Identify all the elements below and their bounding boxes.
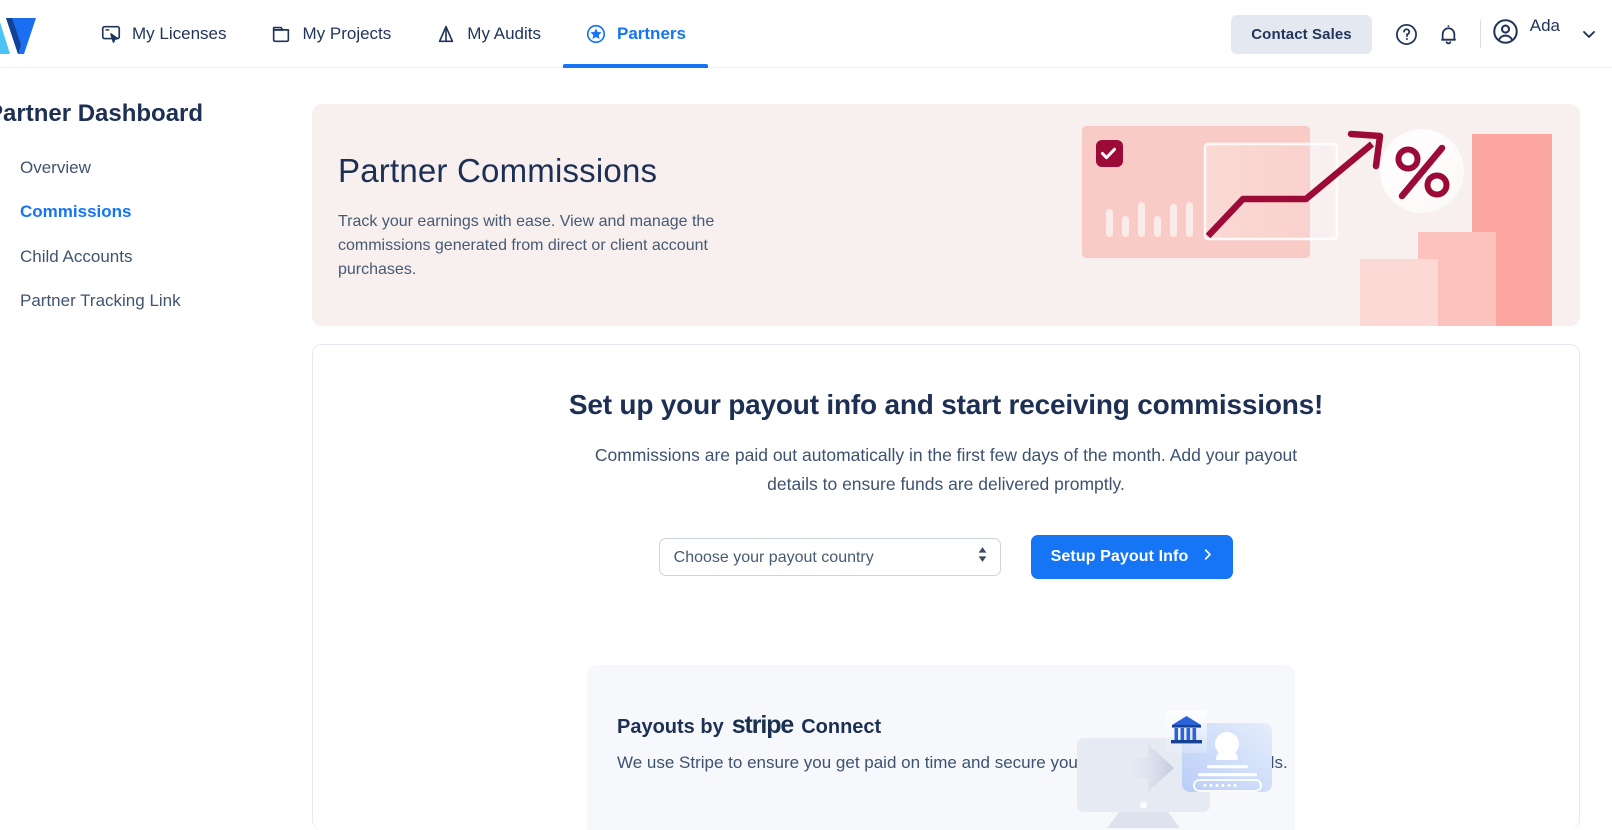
payout-country-select[interactable]: Choose your payout country xyxy=(658,538,1001,576)
nav-label: My Audits xyxy=(467,24,541,43)
top-navigation-bar: My Licenses My Projects My Audits Partne… xyxy=(0,0,1612,68)
contact-sales-button[interactable]: Contact Sales xyxy=(1231,14,1372,54)
bell-icon[interactable] xyxy=(1428,13,1470,55)
monitor-cursor-icon xyxy=(100,23,122,45)
payout-setup-card: Set up your payout info and start receiv… xyxy=(312,344,1580,830)
chevron-down-icon[interactable] xyxy=(1566,24,1612,44)
user-name: Ada xyxy=(1529,16,1560,35)
card-paragraph: Commissions are paid out automatically i… xyxy=(594,445,1298,494)
sidebar-item-commissions[interactable]: Commissions xyxy=(20,190,310,234)
commissions-hero-banner: Partner Commissions Track your earnings … xyxy=(312,104,1580,326)
main-content: Partner Commissions Track your earnings … xyxy=(312,68,1612,830)
nav-right-group: Contact Sales Ada xyxy=(1231,0,1612,68)
setup-payout-info-label: Setup Payout Info xyxy=(1050,548,1189,565)
nav-item-partners[interactable]: Partners xyxy=(562,0,708,68)
sidebar-item-partner-tracking-link[interactable]: Partner Tracking Link xyxy=(20,279,310,323)
nav-label: My Projects xyxy=(302,24,392,43)
user-menu[interactable]: Ada xyxy=(1491,16,1566,51)
hero-title: Partner Commissions xyxy=(338,152,658,189)
sidebar-item-overview[interactable]: Overview xyxy=(20,146,310,190)
stripe-connect-panel: Payouts by stripe Connect We use Stripe … xyxy=(587,665,1295,830)
nav-divider xyxy=(1479,20,1481,48)
page-title: Partner Dashboard xyxy=(0,100,204,127)
main-nav-items: My Licenses My Projects My Audits Partne… xyxy=(78,0,708,68)
stripe-suffix: Connect xyxy=(801,716,882,738)
setup-payout-info-button[interactable]: Setup Payout Info xyxy=(1030,535,1234,579)
sidebar: Partner Dashboard Overview Commissions C… xyxy=(0,68,312,830)
hero-subtitle: Track your earnings with ease. View and … xyxy=(338,213,715,278)
help-circle-icon[interactable] xyxy=(1386,13,1428,55)
payout-controls: Choose your payout country Setup Payout … xyxy=(313,535,1579,579)
card-heading: Set up your payout info and start receiv… xyxy=(568,389,1324,420)
sidebar-nav-list: Overview Commissions Child Accounts Part… xyxy=(20,146,310,324)
stripe-wordmark: stripe xyxy=(731,711,795,739)
vendor-logo[interactable] xyxy=(0,10,38,58)
user-circle-icon xyxy=(1491,17,1520,51)
stripe-prefix: Payouts by xyxy=(617,716,724,738)
chevron-right-icon xyxy=(1200,547,1215,567)
audit-icon xyxy=(435,23,457,45)
sidebar-item-child-accounts[interactable]: Child Accounts xyxy=(20,235,310,279)
nav-item-my-projects[interactable]: My Projects xyxy=(248,0,413,68)
nav-item-my-licenses[interactable]: My Licenses xyxy=(78,0,248,68)
folder-icon xyxy=(270,23,292,45)
commissions-illustration xyxy=(1060,104,1580,326)
star-circle-icon xyxy=(585,23,607,45)
nav-label: Partners xyxy=(616,24,686,43)
payout-country-select-wrapper: Choose your payout country xyxy=(658,538,1001,576)
nav-item-my-audits[interactable]: My Audits xyxy=(413,0,563,68)
nav-label: My Licenses xyxy=(132,24,227,43)
stripe-connect-illustration xyxy=(1031,681,1281,830)
